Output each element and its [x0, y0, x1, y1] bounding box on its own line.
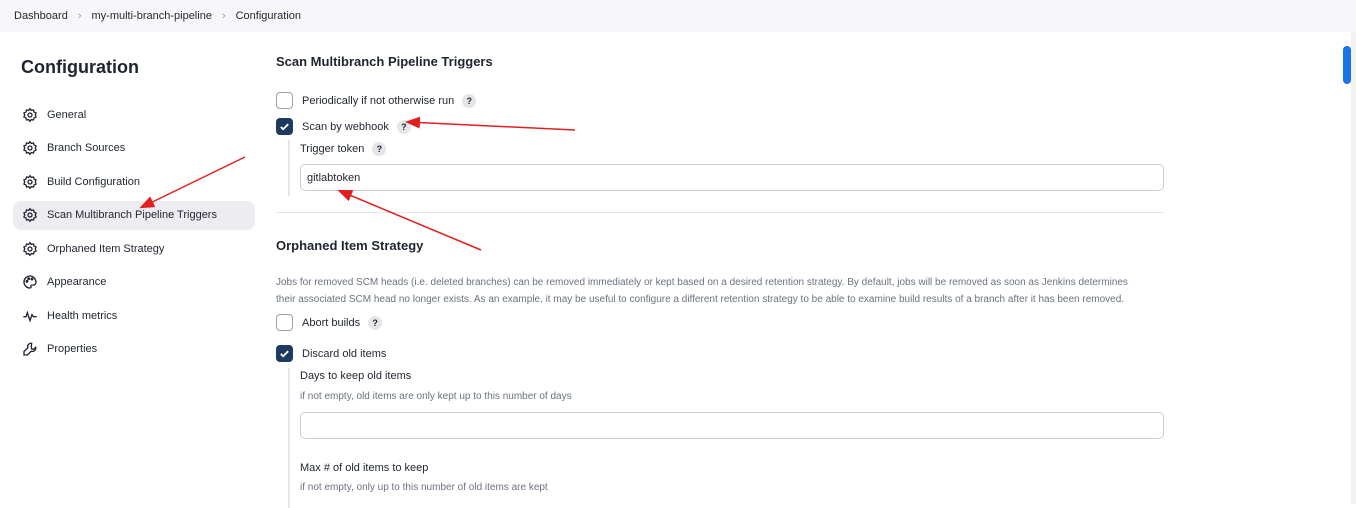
help-icon[interactable]: ? [462, 93, 477, 108]
webhook-row: Scan by webhook ? [276, 118, 411, 135]
section-title-triggers: Scan Multibranch Pipeline Triggers [276, 54, 493, 69]
scrollbar-track[interactable] [1351, 32, 1356, 504]
checkmark-icon [280, 350, 289, 358]
sidebar-item-label: Orphaned Item Strategy [47, 242, 165, 255]
help-icon[interactable]: ? [372, 142, 387, 156]
discard-old-items-checkbox[interactable] [276, 345, 293, 362]
sidebar-item-label: General [47, 108, 87, 121]
sidebar-item-properties[interactable]: Properties [13, 335, 255, 364]
webhook-checkbox[interactable] [276, 118, 293, 135]
gear-icon [21, 173, 38, 190]
sidebar-item-orphaned-item-strategy[interactable]: Orphaned Item Strategy [13, 234, 255, 263]
discard-nested-border [288, 368, 290, 508]
max-items-hint: if not empty, only up to this number of … [300, 482, 548, 493]
breadcrumb-dashboard[interactable]: Dashboard [14, 10, 68, 22]
sidebar-item-build-configuration[interactable]: Build Configuration [13, 167, 255, 196]
palette-icon [21, 274, 38, 291]
max-items-label: Max # of old items to keep [300, 462, 429, 474]
sidebar-item-label: Properties [47, 343, 98, 355]
periodic-label[interactable]: Periodically if not otherwise run [302, 95, 454, 107]
abort-builds-label[interactable]: Abort builds [302, 317, 360, 329]
section-divider [276, 212, 1164, 213]
sidebar: Configuration General Branch Sources Bui… [0, 32, 268, 504]
breadcrumb-configuration[interactable]: Configuration [236, 10, 301, 22]
webhook-label[interactable]: Scan by webhook [302, 121, 389, 133]
sidebar-item-label: Build Configuration [47, 175, 140, 188]
breadcrumb: Dashboard › my-multi-branch-pipeline › C… [0, 0, 1356, 32]
sidebar-item-label: Appearance [47, 276, 107, 288]
help-icon[interactable]: ? [396, 119, 411, 134]
orphaned-description: Jobs for removed SCM heads (i.e. deleted… [276, 274, 1176, 308]
trigger-token-label-text: Trigger token [300, 143, 365, 155]
periodic-checkbox[interactable] [276, 92, 293, 109]
gear-icon [21, 106, 38, 123]
periodic-row: Periodically if not otherwise run ? [276, 92, 477, 109]
breadcrumb-pipeline[interactable]: my-multi-branch-pipeline [92, 10, 212, 22]
chevron-right-icon: › [221, 10, 226, 22]
section-title-orphaned: Orphaned Item Strategy [276, 238, 424, 253]
discard-old-items-label[interactable]: Discard old items [302, 348, 386, 360]
sidebar-item-health-metrics[interactable]: Health metrics [13, 301, 255, 330]
sidebar-item-general[interactable]: General [13, 100, 255, 129]
trigger-token-input[interactable] [300, 164, 1164, 191]
sidebar-item-label: Scan Multibranch Pipeline Triggers [47, 209, 217, 221]
sidebar-item-label: Branch Sources [47, 142, 126, 154]
abort-row: Abort builds ? [276, 314, 383, 331]
checkmark-icon [280, 123, 289, 131]
abort-builds-checkbox[interactable] [276, 314, 293, 331]
gear-icon [21, 240, 38, 257]
days-to-keep-label: Days to keep old items [300, 370, 412, 382]
gear-icon [21, 207, 38, 224]
trigger-token-label: Trigger token ? [300, 142, 387, 156]
sidebar-nav: General Branch Sources Build Configurati… [13, 100, 255, 368]
sidebar-title: Configuration [21, 57, 139, 77]
sidebar-item-scan-triggers[interactable]: Scan Multibranch Pipeline Triggers [13, 200, 255, 230]
scrollbar-thumb[interactable] [1343, 46, 1351, 84]
days-to-keep-hint: if not empty, old items are only kept up… [300, 391, 572, 402]
sidebar-item-appearance[interactable]: Appearance [13, 268, 255, 297]
orphaned-description-line1: Jobs for removed SCM heads (i.e. deleted… [276, 277, 1128, 288]
discard-row: Discard old items [276, 345, 386, 362]
help-icon[interactable]: ? [368, 315, 383, 330]
gear-icon [21, 140, 38, 157]
sidebar-item-label: Health metrics [47, 309, 118, 322]
days-to-keep-input[interactable] [300, 412, 1164, 439]
sidebar-item-branch-sources[interactable]: Branch Sources [13, 134, 255, 163]
orphaned-description-line2: their associated SCM head no longer exis… [276, 294, 1125, 305]
wrench-icon [21, 341, 38, 358]
pulse-icon [21, 307, 38, 324]
main-content: Scan Multibranch Pipeline Triggers Perio… [276, 32, 1166, 508]
webhook-nested-border [288, 140, 290, 196]
chevron-right-icon: › [77, 10, 82, 22]
